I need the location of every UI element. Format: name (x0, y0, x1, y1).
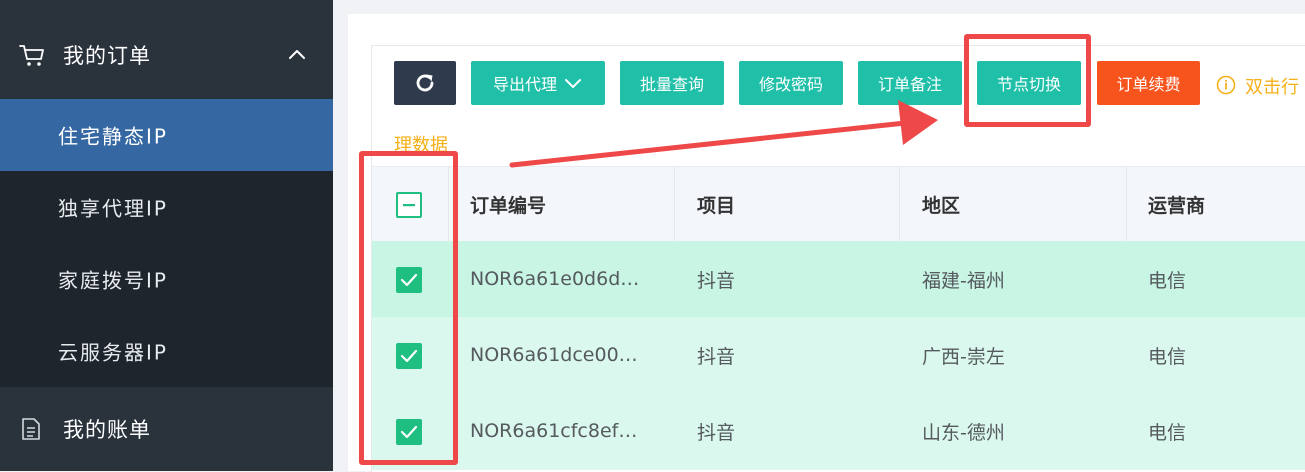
annotation-arrow (509, 100, 938, 168)
